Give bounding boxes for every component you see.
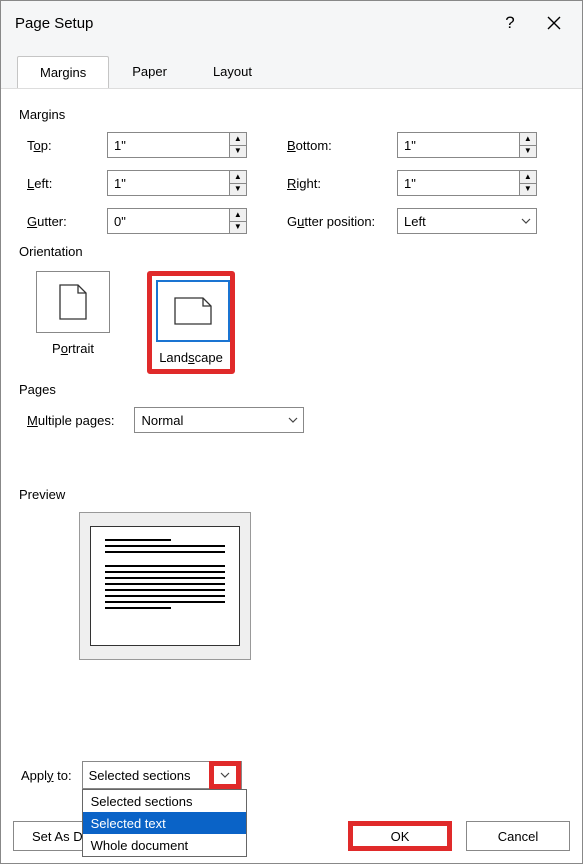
- apply-option-whole-document[interactable]: Whole document: [83, 834, 246, 856]
- orientation-landscape[interactable]: Landscape: [147, 271, 235, 374]
- chevron-down-icon: [283, 408, 303, 432]
- apply-to-row: Apply to: Selected sections Selected sec…: [21, 761, 242, 789]
- left-input[interactable]: [108, 171, 229, 195]
- close-button[interactable]: [532, 5, 576, 41]
- gutter-spinner[interactable]: ▲ ▼: [107, 208, 247, 234]
- tab-body: Margins Top: ▲ ▼ Bottom: ▲ ▼ Left:: [1, 88, 582, 674]
- chevron-down-icon[interactable]: [214, 766, 236, 784]
- top-input[interactable]: [108, 133, 229, 157]
- pages-group-label: Pages: [19, 382, 564, 397]
- right-spinner[interactable]: ▲ ▼: [397, 170, 537, 196]
- right-input[interactable]: [398, 171, 519, 195]
- preview-box: [79, 512, 251, 660]
- left-label: Left:: [27, 176, 107, 191]
- portrait-icon: [36, 271, 110, 333]
- margins-group-label: Margins: [19, 107, 564, 122]
- apply-to-dropdown: Selected sections Selected text Whole do…: [82, 789, 247, 857]
- pages-row: Multiple pages: Normal: [27, 407, 564, 433]
- apply-option-selected-sections[interactable]: Selected sections: [83, 790, 246, 812]
- top-spin-down[interactable]: ▼: [230, 146, 246, 158]
- multiple-pages-label: Multiple pages:: [27, 413, 114, 428]
- chevron-down-icon: [516, 209, 536, 233]
- bottom-spin-up[interactable]: ▲: [520, 133, 536, 146]
- bottom-input[interactable]: [398, 133, 519, 157]
- apply-to-value: Selected sections: [83, 768, 209, 783]
- top-spinner[interactable]: ▲ ▼: [107, 132, 247, 158]
- top-spin-up[interactable]: ▲: [230, 133, 246, 146]
- gutter-input[interactable]: [108, 209, 229, 233]
- gutter-spin-down[interactable]: ▼: [230, 222, 246, 234]
- orientation-group-label: Orientation: [19, 244, 564, 259]
- preview-page-icon: [90, 526, 240, 646]
- apply-option-selected-text[interactable]: Selected text: [83, 812, 246, 834]
- ok-button[interactable]: OK: [348, 821, 452, 851]
- titlebar: Page Setup ?: [1, 1, 582, 45]
- right-label: Right:: [287, 176, 397, 191]
- window-title: Page Setup: [15, 15, 488, 32]
- left-spinner[interactable]: ▲ ▼: [107, 170, 247, 196]
- apply-to-label: Apply to:: [21, 768, 72, 783]
- orientation-portrait[interactable]: Portrait: [29, 271, 117, 374]
- tab-margins[interactable]: Margins: [17, 56, 109, 88]
- orientation-row: Portrait Landscape: [29, 271, 564, 374]
- landscape-label: Landscape: [156, 350, 226, 365]
- top-label: Top:: [27, 138, 107, 153]
- portrait-label: Portrait: [29, 341, 117, 356]
- left-spin-up[interactable]: ▲: [230, 171, 246, 184]
- margins-grid: Top: ▲ ▼ Bottom: ▲ ▼ Left:: [27, 132, 564, 234]
- preview-group-label: Preview: [19, 487, 564, 502]
- bottom-spin-down[interactable]: ▼: [520, 146, 536, 158]
- page-setup-dialog: Page Setup ? Margins Paper Layout Margin…: [0, 0, 583, 864]
- help-button[interactable]: ?: [488, 5, 532, 41]
- bottom-spinner[interactable]: ▲ ▼: [397, 132, 537, 158]
- gutter-position-value: Left: [398, 214, 516, 229]
- multiple-pages-value: Normal: [135, 413, 283, 428]
- apply-to-select[interactable]: Selected sections: [82, 761, 242, 789]
- tab-layout[interactable]: Layout: [190, 55, 275, 87]
- gutter-label: Gutter:: [27, 214, 107, 229]
- left-spin-down[interactable]: ▼: [230, 184, 246, 196]
- apply-to-arrow-highlight: [209, 761, 241, 789]
- cancel-button[interactable]: Cancel: [466, 821, 570, 851]
- right-spin-down[interactable]: ▼: [520, 184, 536, 196]
- gutter-position-select[interactable]: Left: [397, 208, 537, 234]
- tabstrip: Margins Paper Layout: [1, 45, 582, 88]
- landscape-icon: [156, 280, 230, 342]
- gutter-position-label: Gutter position:: [287, 214, 397, 229]
- right-spin-up[interactable]: ▲: [520, 171, 536, 184]
- multiple-pages-select[interactable]: Normal: [134, 407, 304, 433]
- tab-paper[interactable]: Paper: [109, 55, 190, 87]
- bottom-label: Bottom:: [287, 138, 397, 153]
- gutter-spin-up[interactable]: ▲: [230, 209, 246, 222]
